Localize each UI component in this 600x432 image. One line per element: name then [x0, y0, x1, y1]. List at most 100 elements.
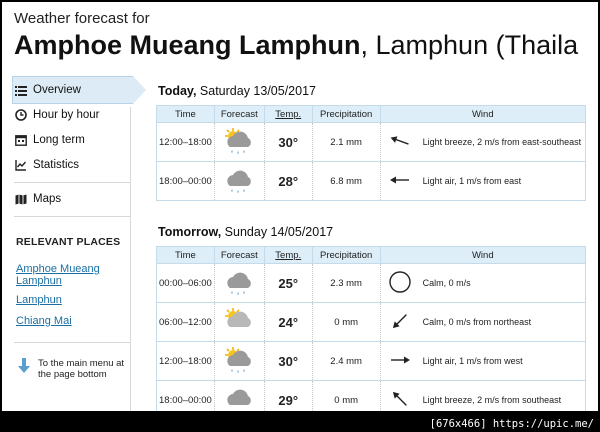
row-time: 12:00–18:00 [156, 122, 215, 162]
wind-direction-icon [387, 347, 413, 376]
list-icon [14, 84, 27, 97]
col-forecast: Forecast [213, 246, 265, 264]
wind-direction-icon [387, 308, 413, 337]
sidebar-item-hour-by-hour[interactable]: Hour by hour [14, 103, 130, 127]
row-precip: 2.4 mm [311, 341, 381, 381]
row-precip: 0 mm [311, 380, 381, 411]
weather-cloud-rain-icon [213, 263, 265, 303]
row-wind: Light breeze, 2 m/s from east-southeast [379, 122, 587, 162]
location-region: , Lamphun (Thaila [360, 30, 579, 60]
day-date: Saturday 13/05/2017 [196, 84, 316, 98]
row-time: 18:00–00:00 [156, 380, 215, 411]
row-time: 18:00–00:00 [156, 161, 215, 201]
row-precip: 2.1 mm [311, 122, 381, 162]
sidebar-item-label: Statistics [33, 159, 80, 171]
sidebar-divider [14, 342, 130, 343]
sidebar-divider [14, 216, 130, 217]
sidebar-item-statistics[interactable]: Statistics [14, 153, 130, 177]
sidebar-divider [14, 182, 130, 183]
forecast-row: 06:00–12:00 24° 0 mm Calm, 0 m/s from north… [156, 302, 587, 342]
wind-text: Light air, 1 m/s from west [422, 356, 523, 366]
sidebar-item-label: Overview [33, 84, 81, 96]
table-header-row: Time Forecast Temp. Precipitation Wind [156, 105, 587, 123]
row-wind: Calm, 0 m/s [379, 263, 587, 303]
clock-icon [14, 109, 27, 122]
row-time: 00:00–06:00 [156, 263, 215, 303]
wind-direction-icon [387, 386, 413, 412]
weather-cloud-icon [213, 380, 265, 411]
weather-cloud-rain-icon [213, 161, 265, 201]
weather-sun-cloud-icon [213, 302, 265, 342]
wind-text: Light breeze, 2 m/s from east-southeast [422, 137, 582, 147]
page-title: Amphoe Mueang Lamphun, Lamphun (Thaila [14, 30, 578, 61]
chart-icon [14, 159, 27, 172]
col-temp[interactable]: Temp. [263, 246, 313, 264]
forecast-row: 18:00–00:00 28° 6.8 mm Light air, 1 m/s fro… [156, 161, 587, 201]
forecast-row: 18:00–00:00 29° 0 mm Light breeze, 2 m/s fr… [156, 380, 587, 412]
forecast-row: 12:00–18:00 30° 2.4 mm Light air, 1 m/s fro… [156, 341, 587, 381]
to-main-menu-link[interactable]: To the main menu at the page bottom [18, 358, 130, 380]
wind-direction-icon [387, 269, 413, 298]
sidebar: Overview Hour by hour Long term Statisti… [2, 72, 146, 411]
col-forecast: Forecast [213, 105, 265, 123]
row-temp: 25° [263, 263, 313, 303]
row-precip: 6.8 mm [311, 161, 381, 201]
page: Weather forecast for Amphoe Mueang Lamph… [2, 2, 598, 411]
col-precip: Precipitation [311, 246, 381, 264]
place-link-chiang-mai[interactable]: Chiang Mai [16, 315, 126, 327]
sidebar-item-long-term[interactable]: Long term [14, 128, 130, 152]
row-wind: Light air, 1 m/s from east [379, 161, 587, 201]
col-time: Time [156, 246, 215, 264]
sidebar-item-label: Hour by hour [33, 109, 100, 121]
row-temp: 28° [263, 161, 313, 201]
weather-sun-cloud-rain-icon [213, 122, 265, 162]
forecast-row: 12:00–18:00 30° 2.1 mm Light breeze, 2 m/s … [156, 122, 587, 162]
calendar-icon [14, 134, 27, 147]
row-time: 12:00–18:00 [156, 341, 215, 381]
col-precip: Precipitation [311, 105, 381, 123]
wind-text: Light breeze, 2 m/s from southeast [422, 395, 562, 405]
weather-sun-cloud-rain-icon [213, 341, 265, 381]
row-temp: 30° [263, 341, 313, 381]
row-time: 06:00–12:00 [156, 302, 215, 342]
row-wind: Light breeze, 2 m/s from southeast [379, 380, 587, 412]
wind-direction-icon [387, 128, 413, 157]
forecast-row: 00:00–06:00 25° 2.3 mm Calm, 0 m/s [156, 263, 587, 303]
row-wind: Light air, 1 m/s from west [379, 341, 587, 381]
col-wind: Wind [379, 105, 587, 123]
sidebar-item-label: Maps [33, 193, 62, 205]
row-temp: 29° [263, 380, 313, 411]
day-label: Today, [158, 84, 197, 98]
forecast-table-today: Time Forecast Temp. Precipitation Wind 1… [156, 105, 587, 201]
sidebar-item-maps[interactable]: Maps [14, 187, 130, 211]
row-precip: 2.3 mm [311, 263, 381, 303]
sidebar-border [130, 107, 131, 411]
relevant-places-heading: RELEVANT PLACES [16, 236, 121, 248]
forecast-table-tomorrow: Time Forecast Temp. Precipitation Wind 0… [156, 246, 587, 412]
map-icon [14, 193, 27, 206]
day-heading-today: Today, Saturday 13/05/2017 [158, 84, 316, 98]
screenshot-frame: Weather forecast for Amphoe Mueang Lamph… [0, 0, 600, 432]
col-time: Time [156, 105, 215, 123]
place-link-lamphun[interactable]: Lamphun [16, 294, 126, 306]
sidebar-item-label: Long term [33, 134, 85, 146]
row-temp: 30° [263, 122, 313, 162]
watermark: [676x466] https://upic.me/ [429, 418, 594, 430]
wind-direction-icon [387, 167, 413, 196]
col-temp[interactable]: Temp. [263, 105, 313, 123]
row-precip: 0 mm [311, 302, 381, 342]
row-temp: 24° [263, 302, 313, 342]
sidebar-item-overview[interactable]: Overview [14, 78, 130, 102]
location-name: Amphoe Mueang Lamphun [14, 30, 361, 60]
page-subtitle: Weather forecast for [14, 10, 150, 27]
day-label: Tomorrow, [158, 225, 222, 239]
arrow-down-icon [18, 358, 30, 380]
col-wind: Wind [379, 246, 587, 264]
wind-text: Light air, 1 m/s from east [422, 176, 522, 186]
day-date: Sunday 14/05/2017 [221, 225, 334, 239]
place-link-amphoe-mueang-lamphun[interactable]: Amphoe Mueang Lamphun [16, 263, 126, 287]
wind-text: Calm, 0 m/s from northeast [422, 317, 532, 327]
wind-text: Calm, 0 m/s [422, 278, 471, 288]
table-header-row: Time Forecast Temp. Precipitation Wind [156, 246, 587, 264]
day-heading-tomorrow: Tomorrow, Sunday 14/05/2017 [158, 225, 333, 239]
